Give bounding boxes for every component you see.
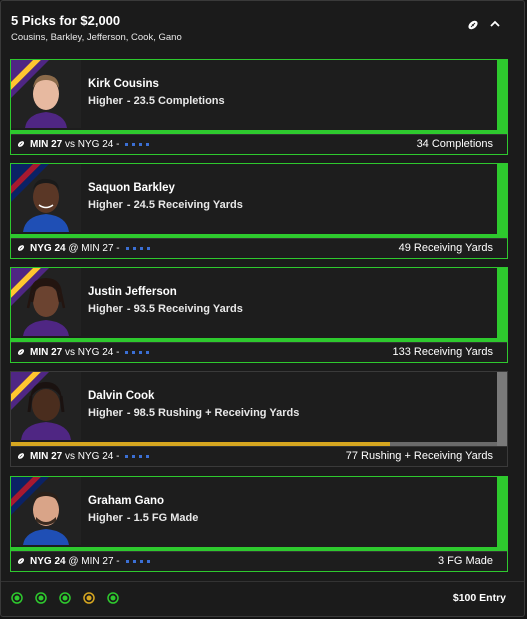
game-info-row: NYG 24 @ MIN 27 - 3 FG Made	[17, 553, 501, 571]
stat-result: 49 Receiving Yards	[398, 242, 493, 254]
lineup-title: 5 Picks for $2,000	[11, 13, 121, 28]
pick-line: Higher - 93.5 Receiving Yards	[88, 303, 243, 315]
player-photo	[11, 477, 81, 545]
game-team-score: NYG 24	[30, 243, 66, 254]
player-photo	[11, 268, 81, 336]
player-name: Graham Gano	[88, 495, 165, 507]
pick-projection: - 98.5 Rushing + Receiving Yards	[126, 407, 300, 419]
game-opponent-score: vs NYG 24 -	[65, 451, 120, 462]
pick-card[interactable]: Graham Gano Higher - 1.5 FG Made NYG 24 @…	[10, 476, 508, 572]
player-name: Kirk Cousins	[88, 78, 159, 90]
pick-direction: Higher	[88, 95, 123, 107]
chevron-up-icon[interactable]	[488, 17, 502, 31]
football-icon	[17, 453, 25, 459]
pick-status-dot	[107, 592, 119, 604]
divider	[11, 551, 507, 552]
football-icon	[17, 349, 25, 355]
divider	[1, 581, 524, 582]
game-team-score: MIN 27	[30, 139, 63, 150]
pick-direction: Higher	[88, 199, 123, 211]
pick-status-dot	[11, 592, 23, 604]
pick-status-dot	[59, 592, 71, 604]
pick-line: Higher - 23.5 Completions	[88, 95, 225, 107]
loading-dots	[121, 139, 150, 150]
divider	[11, 134, 507, 135]
game-info-row: MIN 27 vs NYG 24 - 133 Receiving Yards	[17, 344, 501, 362]
player-photo	[11, 372, 81, 440]
stat-result: 34 Completions	[416, 138, 493, 150]
game-opponent-score: vs NYG 24 -	[65, 347, 120, 358]
pick-card[interactable]: Justin Jefferson Higher - 93.5 Receiving …	[10, 267, 508, 363]
football-icon	[17, 245, 25, 251]
pick-status-dot	[83, 592, 95, 604]
stat-result: 77 Rushing + Receiving Yards	[345, 450, 493, 462]
player-photo	[11, 164, 81, 232]
football-icon	[17, 141, 25, 147]
game-info-row: MIN 27 vs NYG 24 - 34 Completions	[17, 136, 501, 154]
pick-line: Higher - 98.5 Rushing + Receiving Yards	[88, 407, 299, 419]
game-info-row: NYG 24 @ MIN 27 - 49 Receiving Yards	[17, 240, 501, 258]
lineup-players-subtitle: Cousins, Barkley, Jefferson, Cook, Gano	[11, 32, 182, 43]
entry-amount: $100 Entry	[452, 592, 506, 604]
pick-card[interactable]: Dalvin Cook Higher - 98.5 Rushing + Recei…	[10, 371, 508, 467]
stat-result: 3 FG Made	[437, 555, 493, 567]
pick-direction: Higher	[88, 512, 123, 524]
football-icon[interactable]	[467, 19, 479, 31]
divider	[11, 342, 507, 343]
lineup-panel: 5 Picks for $2,000 Cousins, Barkley, Jef…	[0, 0, 525, 617]
pick-projection: - 24.5 Receiving Yards	[126, 199, 243, 211]
result-status-bar	[497, 477, 507, 551]
stat-result: 133 Receiving Yards	[392, 346, 494, 358]
loading-dots	[122, 243, 150, 254]
game-opponent-score: @ MIN 27 -	[68, 556, 120, 567]
game-info-row: MIN 27 vs NYG 24 - 77 Rushing + Receivin…	[17, 448, 501, 466]
game-team-score: NYG 24	[30, 556, 66, 567]
pick-card[interactable]: Saquon Barkley Higher - 24.5 Receiving Ya…	[10, 163, 508, 259]
pick-line: Higher - 24.5 Receiving Yards	[88, 199, 243, 211]
pick-card[interactable]: Kirk Cousins Higher - 23.5 Completions MI…	[10, 59, 508, 155]
loading-dots	[121, 347, 150, 358]
player-name: Justin Jefferson	[88, 286, 177, 298]
pick-status-dot	[35, 592, 47, 604]
pick-direction: Higher	[88, 303, 123, 315]
player-name: Dalvin Cook	[88, 390, 155, 402]
player-photo	[11, 60, 81, 128]
result-status-bar	[497, 164, 507, 238]
result-status-bar	[497, 268, 507, 342]
divider	[11, 238, 507, 239]
pick-projection: - 23.5 Completions	[126, 95, 225, 107]
game-opponent-score: vs NYG 24 -	[65, 139, 120, 150]
result-status-bar	[497, 372, 507, 446]
pick-direction: Higher	[88, 407, 123, 419]
loading-dots	[122, 556, 150, 567]
result-status-bar	[497, 60, 507, 134]
loading-dots	[121, 451, 150, 462]
game-opponent-score: @ MIN 27 -	[68, 243, 120, 254]
pick-line: Higher - 1.5 FG Made	[88, 512, 198, 524]
divider	[11, 446, 507, 447]
pick-projection: - 93.5 Receiving Yards	[126, 303, 243, 315]
game-team-score: MIN 27	[30, 451, 63, 462]
pick-projection: - 1.5 FG Made	[126, 512, 199, 524]
game-team-score: MIN 27	[30, 347, 63, 358]
football-icon	[17, 558, 25, 564]
player-name: Saquon Barkley	[88, 182, 175, 194]
